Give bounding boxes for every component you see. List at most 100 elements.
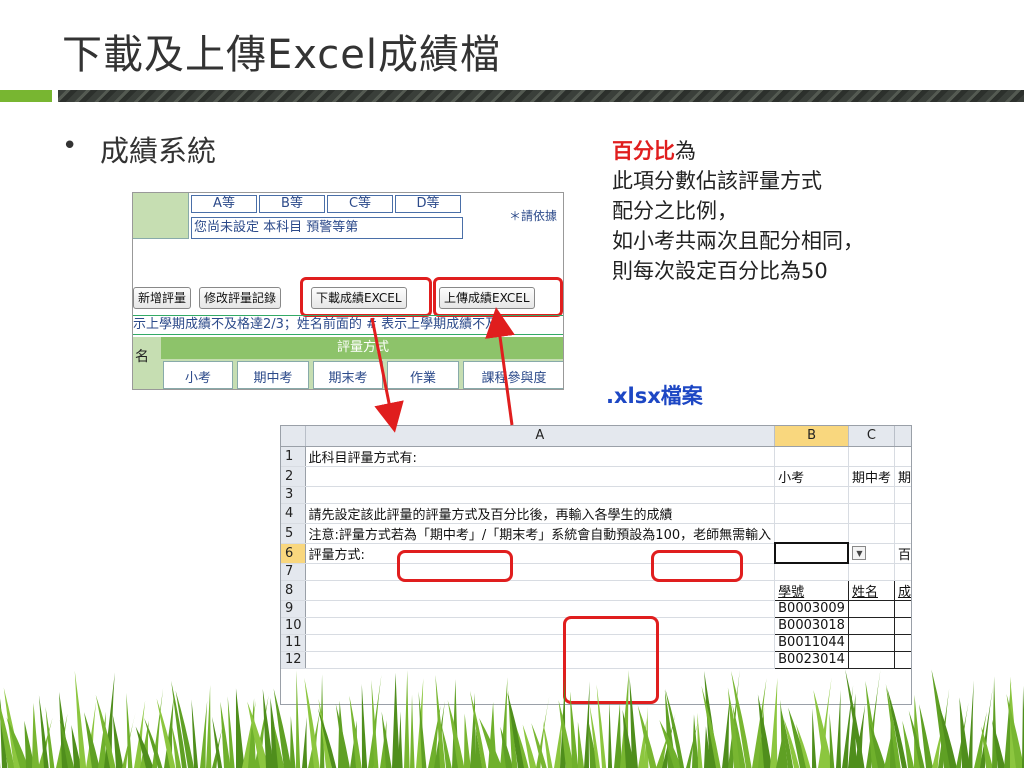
grading-system-screenshot: A等 B等 C等 D等 您尚未設定 本科目 預警等第 ＊請依據 新增評量 修改評… (132, 192, 564, 390)
slide-title: 下載及上傳Excel成績檔 (62, 32, 501, 78)
cell-b5[interactable] (774, 523, 849, 544)
cell-a12[interactable] (305, 651, 776, 669)
cell-a3[interactable] (305, 486, 776, 504)
cell-b4[interactable] (774, 503, 849, 524)
spreadsheet-row: 2小考期中考期末考作業課程參與度上課筆記 (281, 466, 911, 487)
excel-spreadsheet-screenshot: ABCDEFG 1此科目評量方式有:2小考期中考期末考作業課程參與度上課筆記34… (280, 425, 912, 705)
cell-b8[interactable]: 學號 (774, 579, 849, 601)
cell-d9[interactable] (893, 599, 911, 618)
cell-d3[interactable] (894, 486, 911, 504)
cell-c11[interactable] (847, 633, 895, 652)
column-header-a[interactable]: A (305, 426, 776, 447)
method-participation: 課程參與度 (463, 361, 563, 389)
cell-c3[interactable] (848, 486, 895, 504)
header-divider-bar (58, 90, 1024, 102)
percentage-explanation: 百分比為 此項分數佔該評量方式 配分之比例， 如小考共兩次且配分相同， 則每次設… (612, 136, 864, 286)
cell-b3[interactable] (774, 486, 849, 504)
warning-level-notice: 您尚未設定 本科目 預警等第 (191, 217, 463, 239)
bullet-text: 成績系統 (100, 134, 217, 168)
explain-line-5: 則每次設定百分比為50 (612, 259, 828, 283)
spreadsheet-row: 6評量方式:▼百分比: (281, 542, 911, 564)
column-header-c[interactable]: C (848, 426, 895, 447)
cell-b7[interactable] (774, 563, 849, 581)
row-header-11[interactable]: 11 (281, 634, 306, 652)
row-header-3[interactable]: 3 (281, 486, 306, 504)
row-header-12[interactable]: 12 (281, 651, 306, 669)
cell-b12[interactable]: B0023014 (774, 650, 849, 669)
grade-c-label: C等 (327, 195, 393, 213)
explain-line-4: 如小考共兩次且配分相同， (612, 229, 864, 253)
row-header-1[interactable]: 1 (281, 446, 306, 467)
row-header-2[interactable]: 2 (281, 466, 306, 487)
cell-b2[interactable]: 小考 (774, 466, 849, 487)
spreadsheet-row: 4 請先設定該此評量的評量方式及百分比後，再輸入各學生的成績 (281, 503, 911, 524)
edit-assessment-button[interactable]: 修改評量記錄 (199, 287, 282, 309)
cell-d2[interactable]: 期末考 (894, 466, 911, 487)
explain-line-2: 此項分數佔該評量方式 (612, 169, 822, 193)
instruction-hint: ＊請依據 (509, 209, 558, 223)
dropdown-arrow-icon[interactable]: ▼ (852, 546, 867, 560)
cell-a4[interactable]: 請先設定該此評量的評量方式及百分比後，再輸入各學生的成績 (305, 503, 776, 524)
assessment-method-header: 評量方式 (161, 337, 563, 359)
grass-decoration (0, 669, 1024, 768)
cell-c2[interactable]: 期中考 (848, 466, 895, 487)
row-header-9[interactable]: 9 (281, 600, 306, 618)
cell-c5[interactable] (848, 523, 895, 544)
cell-b1[interactable] (774, 446, 849, 467)
cell-b11[interactable]: B0011044 (774, 633, 849, 652)
cell-d4[interactable] (894, 503, 911, 524)
cell-c7[interactable] (848, 563, 895, 581)
cell-c6[interactable]: ▼ (848, 543, 895, 564)
row-header-10[interactable]: 10 (281, 617, 306, 635)
row-header-5[interactable]: 5 (281, 523, 306, 544)
cell-a9[interactable] (305, 600, 776, 618)
row-header-4[interactable]: 4 (281, 503, 306, 524)
cell-b9[interactable]: B0003009 (774, 599, 849, 618)
grade-header-cell (133, 193, 189, 239)
method-midterm: 期中考 (237, 361, 309, 389)
cell-a8[interactable] (305, 580, 776, 601)
cell-a5[interactable]: 注意:評量方式若為「期中考」/「期末考」系統會自動預設為100，老師無需輸入 (305, 523, 776, 544)
cell-c8[interactable]: 姓名 (847, 579, 895, 601)
select-all-corner[interactable] (281, 426, 306, 447)
cell-d10[interactable] (893, 616, 911, 635)
column-header-d[interactable]: D (894, 426, 911, 447)
method-input-highlight (397, 550, 513, 582)
cell-d1[interactable] (894, 446, 911, 467)
method-homework: 作業 (387, 361, 459, 389)
percentage-input-highlight (651, 550, 743, 582)
xlsx-file-label: .xlsx檔案 (606, 384, 703, 408)
cell-a1[interactable]: 此科目評量方式有: (305, 446, 776, 467)
add-assessment-button[interactable]: 新增評量 (133, 287, 192, 309)
cell-d5[interactable] (894, 523, 911, 544)
cell-d8[interactable]: 成績 (893, 579, 911, 601)
cell-a11[interactable] (305, 634, 776, 652)
cell-c9[interactable] (847, 599, 895, 618)
name-column-header: 名 (133, 337, 161, 389)
row-header-6[interactable]: 6 (281, 543, 306, 564)
cell-d7[interactable] (894, 563, 911, 581)
header-accent-bar (0, 90, 52, 102)
row-header-7[interactable]: 7 (281, 563, 306, 581)
cell-a10[interactable] (305, 617, 776, 635)
column-header-b[interactable]: B (774, 426, 849, 447)
spreadsheet-row: 5 注意:評量方式若為「期中考」/「期末考」系統會自動預設為100，老師無需輸入 (281, 523, 911, 544)
cell-b10[interactable]: B0003018 (774, 616, 849, 635)
bullet-marker: • (62, 131, 78, 161)
cell-a2[interactable] (305, 466, 776, 487)
cell-d11[interactable] (893, 633, 911, 652)
download-highlight-ring (300, 277, 432, 317)
upload-highlight-ring (433, 277, 563, 317)
cell-c12[interactable] (847, 650, 895, 669)
method-final: 期末考 (313, 361, 383, 389)
cell-d6[interactable]: 百分比: (894, 543, 911, 564)
page-number: 3 (950, 722, 961, 740)
cell-c1[interactable] (848, 446, 895, 467)
cell-b6[interactable] (773, 542, 850, 564)
cell-d12[interactable] (893, 650, 911, 669)
cell-c10[interactable] (847, 616, 895, 635)
explain-line-3: 配分之比例， (612, 199, 738, 223)
row-header-8[interactable]: 8 (281, 580, 306, 601)
cell-c4[interactable] (848, 503, 895, 524)
grade-b-label: B等 (259, 195, 325, 213)
